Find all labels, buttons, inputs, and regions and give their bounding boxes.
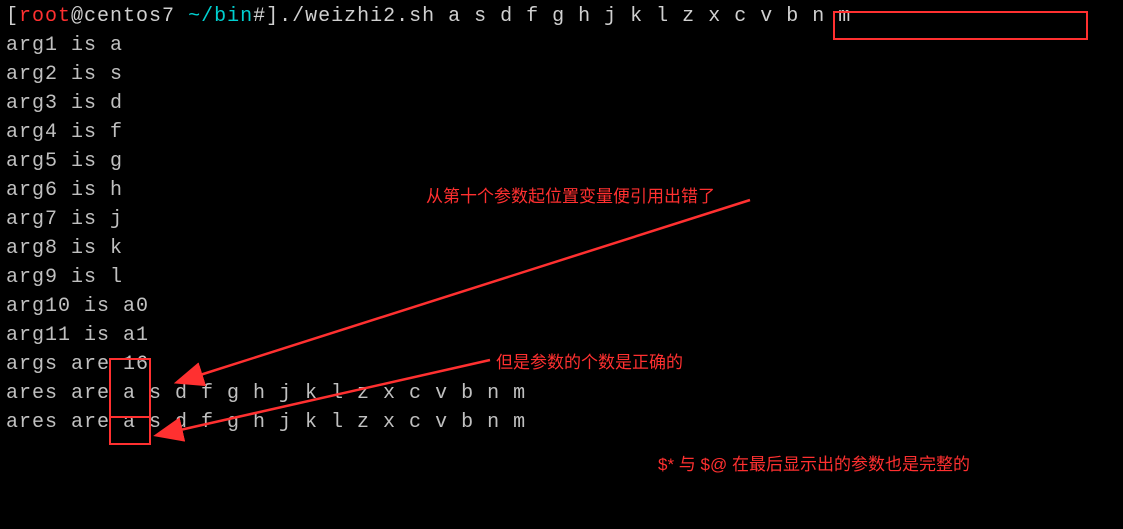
output-line: arg3 is d [6,89,1117,118]
bracket-open: [ [6,5,19,28]
prompt-user: root [19,5,71,28]
output-line: arg2 is s [6,60,1117,89]
prompt-path: ~/bin [188,5,253,28]
bracket-close: ] [266,5,279,28]
command-text: ./weizhi2.sh a s d f g h j k l z x c v b… [279,5,851,28]
prompt-host: centos7 [84,5,175,28]
arrow-to-count [150,355,550,445]
prompt-hash: # [253,5,266,28]
annotation-complete: $* 与 $@ 在最后显示出的参数也是完整的 [658,450,970,479]
highlight-box-count [109,416,151,445]
prompt-space [175,5,188,28]
output-line: arg4 is f [6,118,1117,147]
highlight-box-arg10-11 [109,358,151,418]
prompt-at: @ [71,5,84,28]
output-line: arg5 is g [6,147,1117,176]
highlight-box-args [833,11,1088,40]
